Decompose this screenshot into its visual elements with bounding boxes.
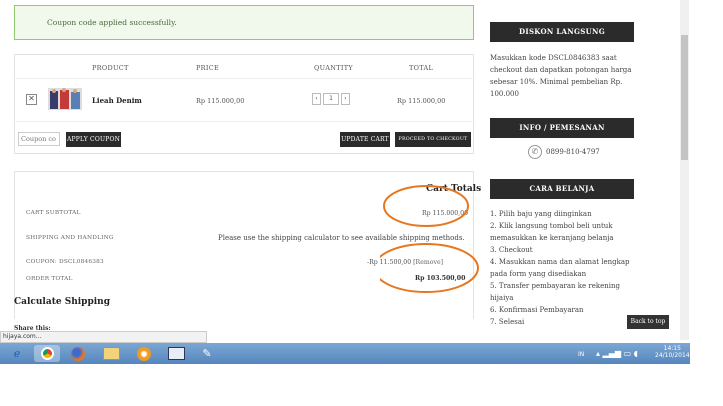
diskon-heading: DISKON LANGSUNG xyxy=(490,22,634,42)
header-total: TOTAL xyxy=(409,64,434,72)
list-item: 6. Konfirmasi Pembayaran xyxy=(490,306,584,314)
header-price: PRICE xyxy=(196,64,220,72)
proceed-checkout-button[interactable]: PROCEED TO CHECKOUT xyxy=(395,132,471,147)
list-item: 1. Pilih baju yang diinginkan xyxy=(490,210,592,218)
update-cart-button[interactable]: UPDATE CART xyxy=(340,132,390,147)
firefox-icon[interactable] xyxy=(65,345,91,362)
shipping-label: SHIPPING AND HANDLING xyxy=(26,235,114,241)
header-product: PRODUCT xyxy=(92,64,129,72)
coupon-label: COUPON: DSCL0846383 xyxy=(26,259,104,265)
header-quantity: QUANTITY xyxy=(314,64,353,72)
product-name-link[interactable]: Lieah Denim xyxy=(92,96,142,105)
clock-date: 24/10/2014 xyxy=(655,352,690,359)
success-notice: Coupon code applied successfully. xyxy=(14,5,474,40)
file-explorer-icon[interactable] xyxy=(98,345,124,362)
clock-time: 14:15 xyxy=(663,345,681,352)
quantity-input[interactable]: 1 xyxy=(323,93,339,105)
annotation-circles xyxy=(380,185,479,293)
clock[interactable]: 14:15 24/10/2014 xyxy=(655,345,690,359)
row-divider xyxy=(14,121,474,122)
scrollbar-thumb[interactable] xyxy=(681,35,688,160)
chrome-icon[interactable] xyxy=(34,345,60,362)
system-tray-icons[interactable]: ▴ ▂▄▆ ▭ ◖ xyxy=(596,349,638,358)
coupon-input[interactable] xyxy=(18,132,60,146)
ie-icon[interactable]: ℯ xyxy=(4,345,30,362)
whatsapp-icon: ✆ xyxy=(528,145,542,159)
qty-plus-button[interactable]: › xyxy=(341,93,350,105)
browser-status-bar: hijaya.com... xyxy=(0,331,207,343)
phone-number: 0899-810-4797 xyxy=(546,148,600,156)
qty-minus-button[interactable]: ‹ xyxy=(312,93,321,105)
list-item: 5. Transfer pembayaran ke rekening hijai… xyxy=(490,282,621,302)
language-indicator[interactable]: IN xyxy=(578,351,584,358)
diskon-text: Masukkan kode DSCL0846383 saat checkout … xyxy=(490,54,632,98)
item-total: Rp 115.000,00 xyxy=(397,97,446,105)
back-to-top-button[interactable]: Back to top xyxy=(627,315,669,329)
list-item: 3. Checkout xyxy=(490,246,533,254)
subtotal-label: CART SUBTOTAL xyxy=(26,210,81,216)
tool-app-icon[interactable]: ✎ xyxy=(194,345,220,362)
row-divider xyxy=(14,78,474,79)
phone-contact[interactable]: ✆ 0899-810-4797 xyxy=(528,145,600,159)
item-price: Rp 115.000,00 xyxy=(196,97,245,105)
list-item: 4. Masukkan nama dan alamat lengkap pada… xyxy=(490,258,630,278)
info-heading: INFO / PEMESANAN xyxy=(490,118,634,138)
order-total-label: ORDER TOTAL xyxy=(26,276,73,282)
steps-list: 1. Pilih baju yang diinginkan 2. Klik la… xyxy=(490,208,640,328)
media-player-icon[interactable] xyxy=(131,345,157,362)
apply-coupon-button[interactable]: APPLY COUPON xyxy=(66,132,121,147)
list-item: 2. Klik langsung tombol beli untuk memas… xyxy=(490,222,614,242)
list-item: 7. Selesai xyxy=(490,318,525,326)
window-app-icon[interactable] xyxy=(163,345,189,362)
remove-item-icon[interactable]: ✕ xyxy=(26,94,37,105)
calculate-shipping-link[interactable]: Calculate Shipping xyxy=(14,297,110,307)
product-thumbnail[interactable] xyxy=(48,88,82,110)
cara-heading: CARA BELANJA xyxy=(490,179,634,199)
